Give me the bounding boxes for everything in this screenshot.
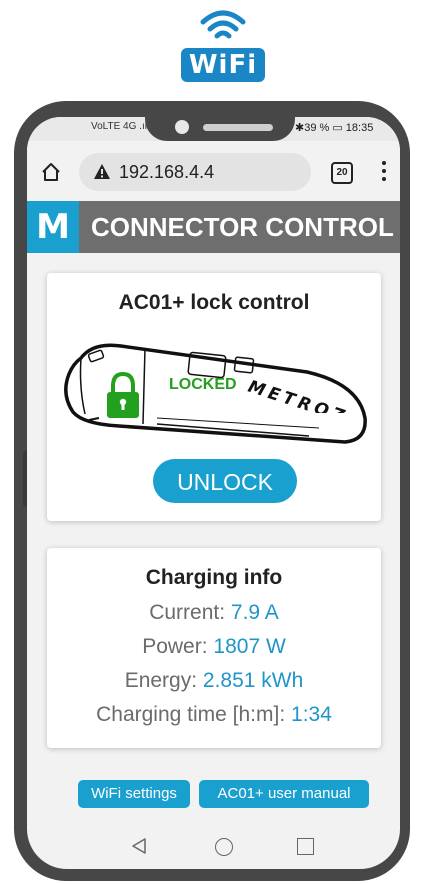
- battery-clock: ✱39 % ▭ 18:35: [295, 122, 374, 134]
- charging-time-value: 1:34: [291, 703, 332, 726]
- brand-logo: M: [27, 201, 79, 253]
- address-bar[interactable]: 192.168.4.4: [79, 153, 311, 191]
- wifi-signal-icon: [200, 10, 246, 39]
- phone-screen: VoLTE 4G .ıl ≈ ✱39 % ▭ 18:35 192.168.4.4…: [27, 117, 400, 869]
- brand-wordmark: METROZ: [245, 377, 350, 413]
- power-label: Power:: [142, 635, 208, 658]
- lock-control-card: AC01+ lock control LOCKED METROZ UNLOCK: [47, 273, 381, 521]
- tabs-button[interactable]: 20: [331, 162, 353, 184]
- camera-icon: [175, 120, 189, 134]
- charging-info-card: Charging info Current: 7.9 A Power: 1807…: [47, 548, 381, 748]
- brand-wordmark-text: METROZ: [245, 377, 350, 413]
- charging-time-row: Charging time [h:m]: 1:34: [47, 703, 381, 727]
- charging-time-label: Charging time [h:m]:: [96, 703, 286, 726]
- warning-icon: [94, 164, 110, 179]
- home-icon[interactable]: [41, 162, 61, 182]
- lock-card-title: AC01+ lock control: [118, 291, 310, 314]
- energy-label: Energy:: [124, 669, 198, 692]
- current-row: Current: 7.9 A: [47, 601, 381, 625]
- nav-home-icon[interactable]: [215, 838, 233, 856]
- lock-status-label: LOCKED: [169, 376, 237, 393]
- power-value: 1807 W: [213, 635, 286, 658]
- current-value: 7.9 A: [230, 601, 279, 624]
- speaker-grille: [203, 124, 273, 131]
- charging-card-title: Charging info: [145, 566, 283, 589]
- user-manual-button[interactable]: AC01+ user manual: [199, 780, 369, 808]
- android-nav-bar: [27, 827, 400, 869]
- energy-value: 2.851 kWh: [202, 669, 304, 692]
- recent-apps-icon[interactable]: [297, 838, 314, 855]
- unlock-button[interactable]: UNLOCK: [153, 459, 297, 503]
- browser-toolbar: 192.168.4.4 20: [27, 141, 400, 201]
- wifi-settings-button[interactable]: WiFi settings: [78, 780, 190, 808]
- more-menu-icon[interactable]: [381, 161, 387, 183]
- wifi-logo: WiFi: [181, 8, 265, 84]
- power-row: Power: 1807 W: [47, 635, 381, 659]
- energy-row: Energy: 2.851 kWh: [47, 669, 381, 693]
- url-text: 192.168.4.4: [119, 162, 215, 182]
- wifi-badge: WiFi: [181, 48, 265, 82]
- page-header: M CONNECTOR CONTROL: [27, 201, 400, 253]
- current-label: Current:: [149, 601, 226, 624]
- phone-notch: [145, 117, 295, 141]
- page-title: CONNECTOR CONTROL: [91, 212, 394, 242]
- back-icon[interactable]: [131, 837, 147, 855]
